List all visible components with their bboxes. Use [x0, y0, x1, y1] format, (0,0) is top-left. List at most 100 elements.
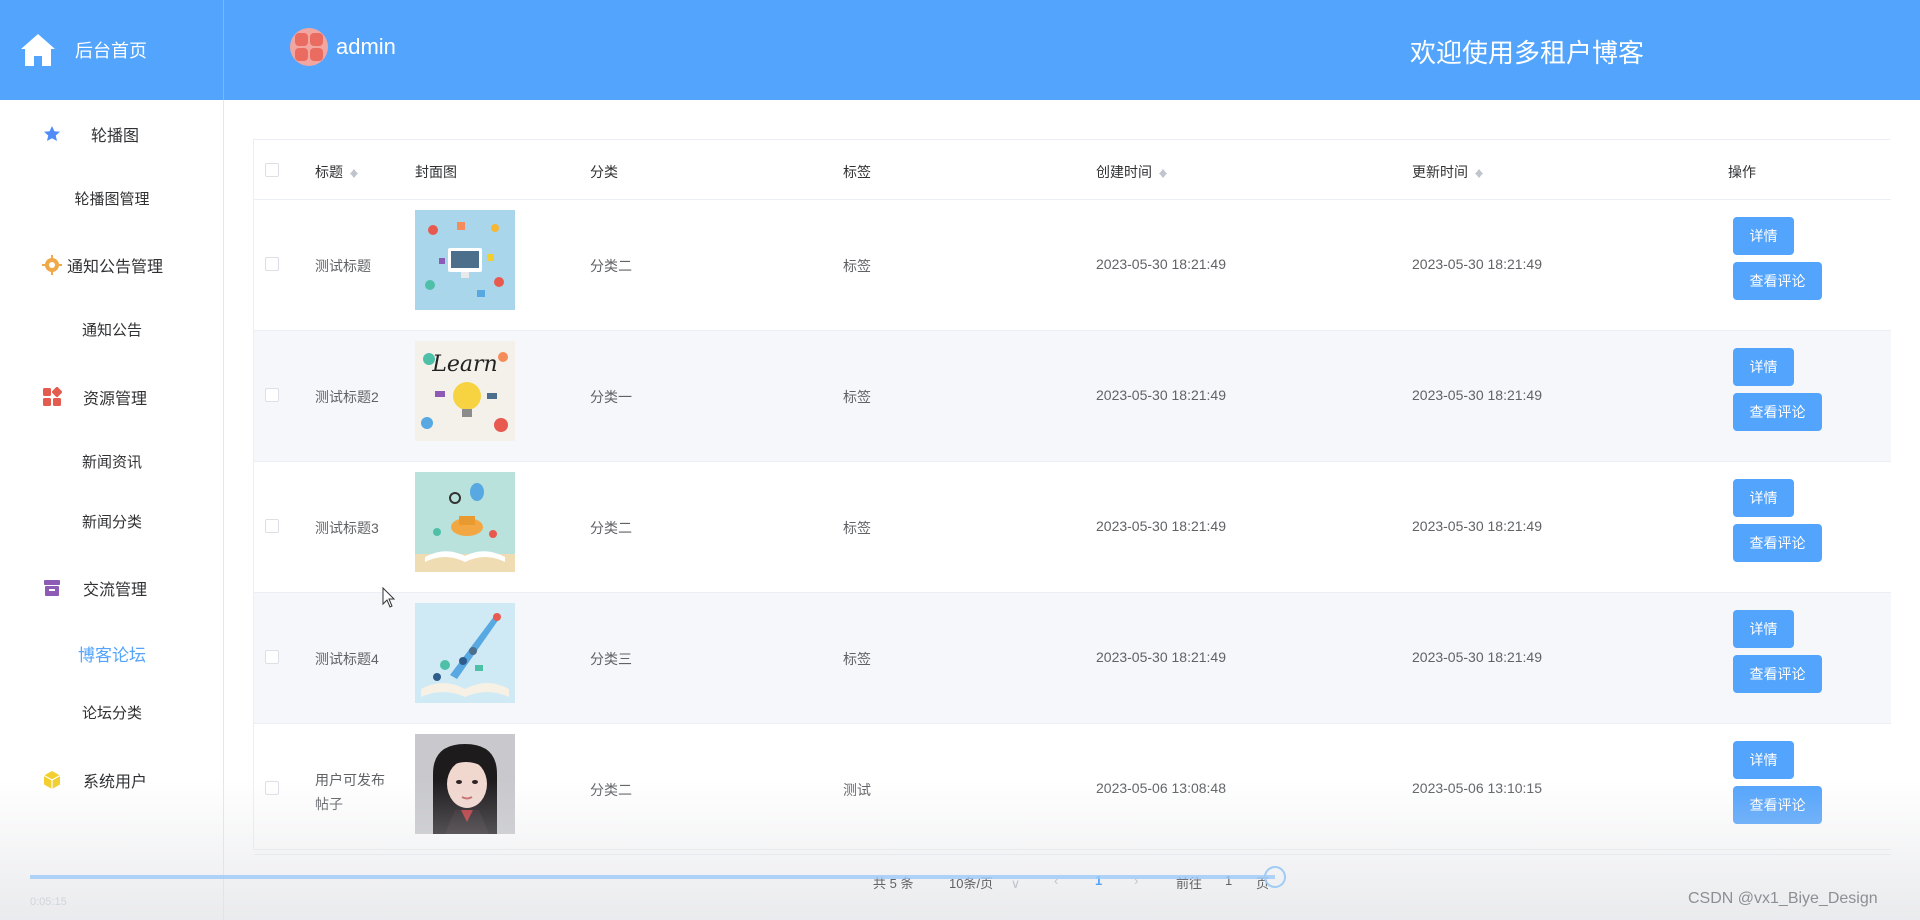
sidebar-item-notice[interactable]: 通知公告 — [0, 319, 224, 340]
cover-image — [415, 734, 515, 834]
sidebar-group-communication[interactable]: 交流管理 — [0, 568, 224, 608]
table-row: 测试标题2 Learn 分类一 标签 2023-05-30 18:21:49 2… — [254, 331, 1891, 462]
detail-button[interactable]: 详情 — [1733, 741, 1794, 779]
video-progress-bar[interactable] — [30, 875, 1275, 879]
sidebar-item-news-category[interactable]: 新闻分类 — [0, 511, 224, 532]
avatar — [290, 28, 328, 66]
grid-icon — [42, 386, 63, 407]
sort-icon[interactable] — [1474, 165, 1484, 179]
row-checkbox[interactable] — [265, 388, 279, 402]
view-comments-button[interactable]: 查看评论 — [1733, 262, 1822, 300]
row-title: 测试标题2 — [315, 389, 379, 405]
main-content: 标题 封面图 分类 标签 创建时间 更新时间 操作 测试标题 分类二 标签 20… — [225, 100, 1920, 920]
video-progress-handle[interactable] — [1264, 866, 1286, 888]
sidebar-group-notice[interactable]: 通知公告管理 — [0, 245, 224, 285]
detail-button[interactable]: 详情 — [1733, 217, 1794, 255]
user-name: admin — [336, 34, 396, 59]
view-comments-button[interactable]: 查看评论 — [1733, 655, 1822, 693]
cover-image — [415, 472, 515, 572]
data-table: 标题 封面图 分类 标签 创建时间 更新时间 操作 测试标题 分类二 标签 20… — [253, 139, 1891, 855]
sidebar-group-label: 轮播图 — [91, 128, 140, 145]
row-updated: 2023-05-30 18:21:49 — [1412, 387, 1542, 403]
row-tag: 标签 — [843, 520, 871, 536]
table-row: 测试标题4 分类三 标签 2023-05-30 18:21:49 2023-05… — [254, 593, 1891, 724]
gear-icon — [42, 255, 62, 275]
row-created: 2023-05-30 18:21:49 — [1096, 518, 1226, 534]
archive-icon — [42, 578, 62, 598]
detail-button[interactable]: 详情 — [1733, 610, 1794, 648]
row-updated: 2023-05-06 13:10:15 — [1412, 780, 1542, 796]
row-updated: 2023-05-30 18:21:49 — [1412, 649, 1542, 665]
sidebar-group-system-users[interactable]: 系统用户 — [0, 760, 224, 800]
top-header: 后台首页 admin 欢迎使用多租户博客 — [0, 0, 1920, 100]
user-info[interactable]: admin — [290, 28, 396, 66]
row-tag: 标签 — [843, 651, 871, 667]
row-created: 2023-05-06 13:08:48 — [1096, 780, 1226, 796]
row-category: 分类二 — [590, 782, 632, 798]
sidebar-item-news[interactable]: 新闻资讯 — [0, 451, 224, 472]
home-label: 后台首页 — [75, 41, 147, 61]
row-checkbox[interactable] — [265, 650, 279, 664]
column-tag: 标签 — [843, 164, 871, 180]
row-tag: 标签 — [843, 258, 871, 274]
watermark: CSDN @vx1_Biye_Design — [1688, 890, 1878, 907]
sort-icon[interactable] — [1158, 165, 1168, 179]
cover-image: Learn — [415, 341, 515, 441]
table-row: 测试标题 分类二 标签 2023-05-30 18:21:49 2023-05-… — [254, 200, 1891, 331]
row-category: 分类三 — [590, 651, 632, 667]
cube-icon — [42, 770, 62, 790]
row-created: 2023-05-30 18:21:49 — [1096, 649, 1226, 665]
sidebar-group-label: 资源管理 — [83, 391, 148, 408]
row-category: 分类二 — [590, 258, 632, 274]
mouse-cursor-icon — [382, 586, 396, 609]
row-updated: 2023-05-30 18:21:49 — [1412, 256, 1542, 272]
table-row: 测试标题3 分类二 标签 2023-05-30 18:21:49 2023-05… — [254, 462, 1891, 593]
column-cover: 封面图 — [415, 164, 457, 180]
column-actions: 操作 — [1728, 164, 1756, 180]
sidebar-group-label: 交流管理 — [83, 582, 148, 599]
video-time: 0:05:15 — [30, 896, 67, 908]
table-row: 用户可发布 帖子 分类二 测试 2023-05-06 13:08:48 2023… — [254, 724, 1891, 855]
detail-button[interactable]: 详情 — [1733, 479, 1794, 517]
sidebar-item-blog-forum[interactable]: 博客论坛 — [0, 641, 224, 666]
row-tag: 测试 — [843, 782, 871, 798]
view-comments-button[interactable]: 查看评论 — [1733, 786, 1822, 824]
select-all-checkbox[interactable] — [265, 163, 279, 177]
view-comments-button[interactable]: 查看评论 — [1733, 393, 1822, 431]
welcome-title: 欢迎使用多租户博客 — [1410, 38, 1645, 68]
sidebar-group-label: 系统用户 — [83, 774, 148, 791]
sort-icon[interactable] — [349, 165, 359, 179]
row-updated: 2023-05-30 18:21:49 — [1412, 518, 1542, 534]
home-icon — [18, 30, 58, 70]
sidebar-item-forum-category[interactable]: 论坛分类 — [0, 702, 224, 723]
row-created: 2023-05-30 18:21:49 — [1096, 387, 1226, 403]
row-category: 分类一 — [590, 389, 632, 405]
sidebar-group-carousel[interactable]: 轮播图 — [0, 114, 224, 154]
row-created: 2023-05-30 18:21:49 — [1096, 256, 1226, 272]
column-created[interactable]: 创建时间 — [1096, 162, 1168, 182]
row-title: 测试标题 — [315, 258, 371, 274]
row-checkbox[interactable] — [265, 519, 279, 533]
column-category: 分类 — [590, 164, 618, 180]
detail-button[interactable]: 详情 — [1733, 348, 1794, 386]
table-header: 标题 封面图 分类 标签 创建时间 更新时间 操作 — [254, 140, 1891, 200]
row-category: 分类二 — [590, 520, 632, 536]
row-title: 测试标题4 — [315, 651, 379, 667]
sidebar-group-label: 通知公告管理 — [67, 259, 164, 276]
row-checkbox[interactable] — [265, 781, 279, 795]
sidebar-group-resources[interactable]: 资源管理 — [0, 377, 224, 417]
cover-image — [415, 603, 515, 703]
row-title: 用户可发布 帖子 — [315, 772, 385, 812]
row-checkbox[interactable] — [265, 257, 279, 271]
column-updated[interactable]: 更新时间 — [1412, 162, 1484, 182]
row-title: 测试标题3 — [315, 520, 379, 536]
column-title[interactable]: 标题 — [315, 162, 359, 182]
sidebar: 轮播图 轮播图管理 通知公告管理 通知公告 资源管理 新闻资讯 新闻分类 交流管… — [0, 100, 224, 920]
sidebar-item-carousel-manage[interactable]: 轮播图管理 — [0, 188, 224, 209]
home-link[interactable]: 后台首页 — [0, 0, 224, 100]
row-tag: 标签 — [843, 389, 871, 405]
cover-image — [415, 210, 515, 310]
view-comments-button[interactable]: 查看评论 — [1733, 524, 1822, 562]
svg-text:Learn: Learn — [431, 352, 497, 377]
star-icon — [42, 124, 62, 144]
